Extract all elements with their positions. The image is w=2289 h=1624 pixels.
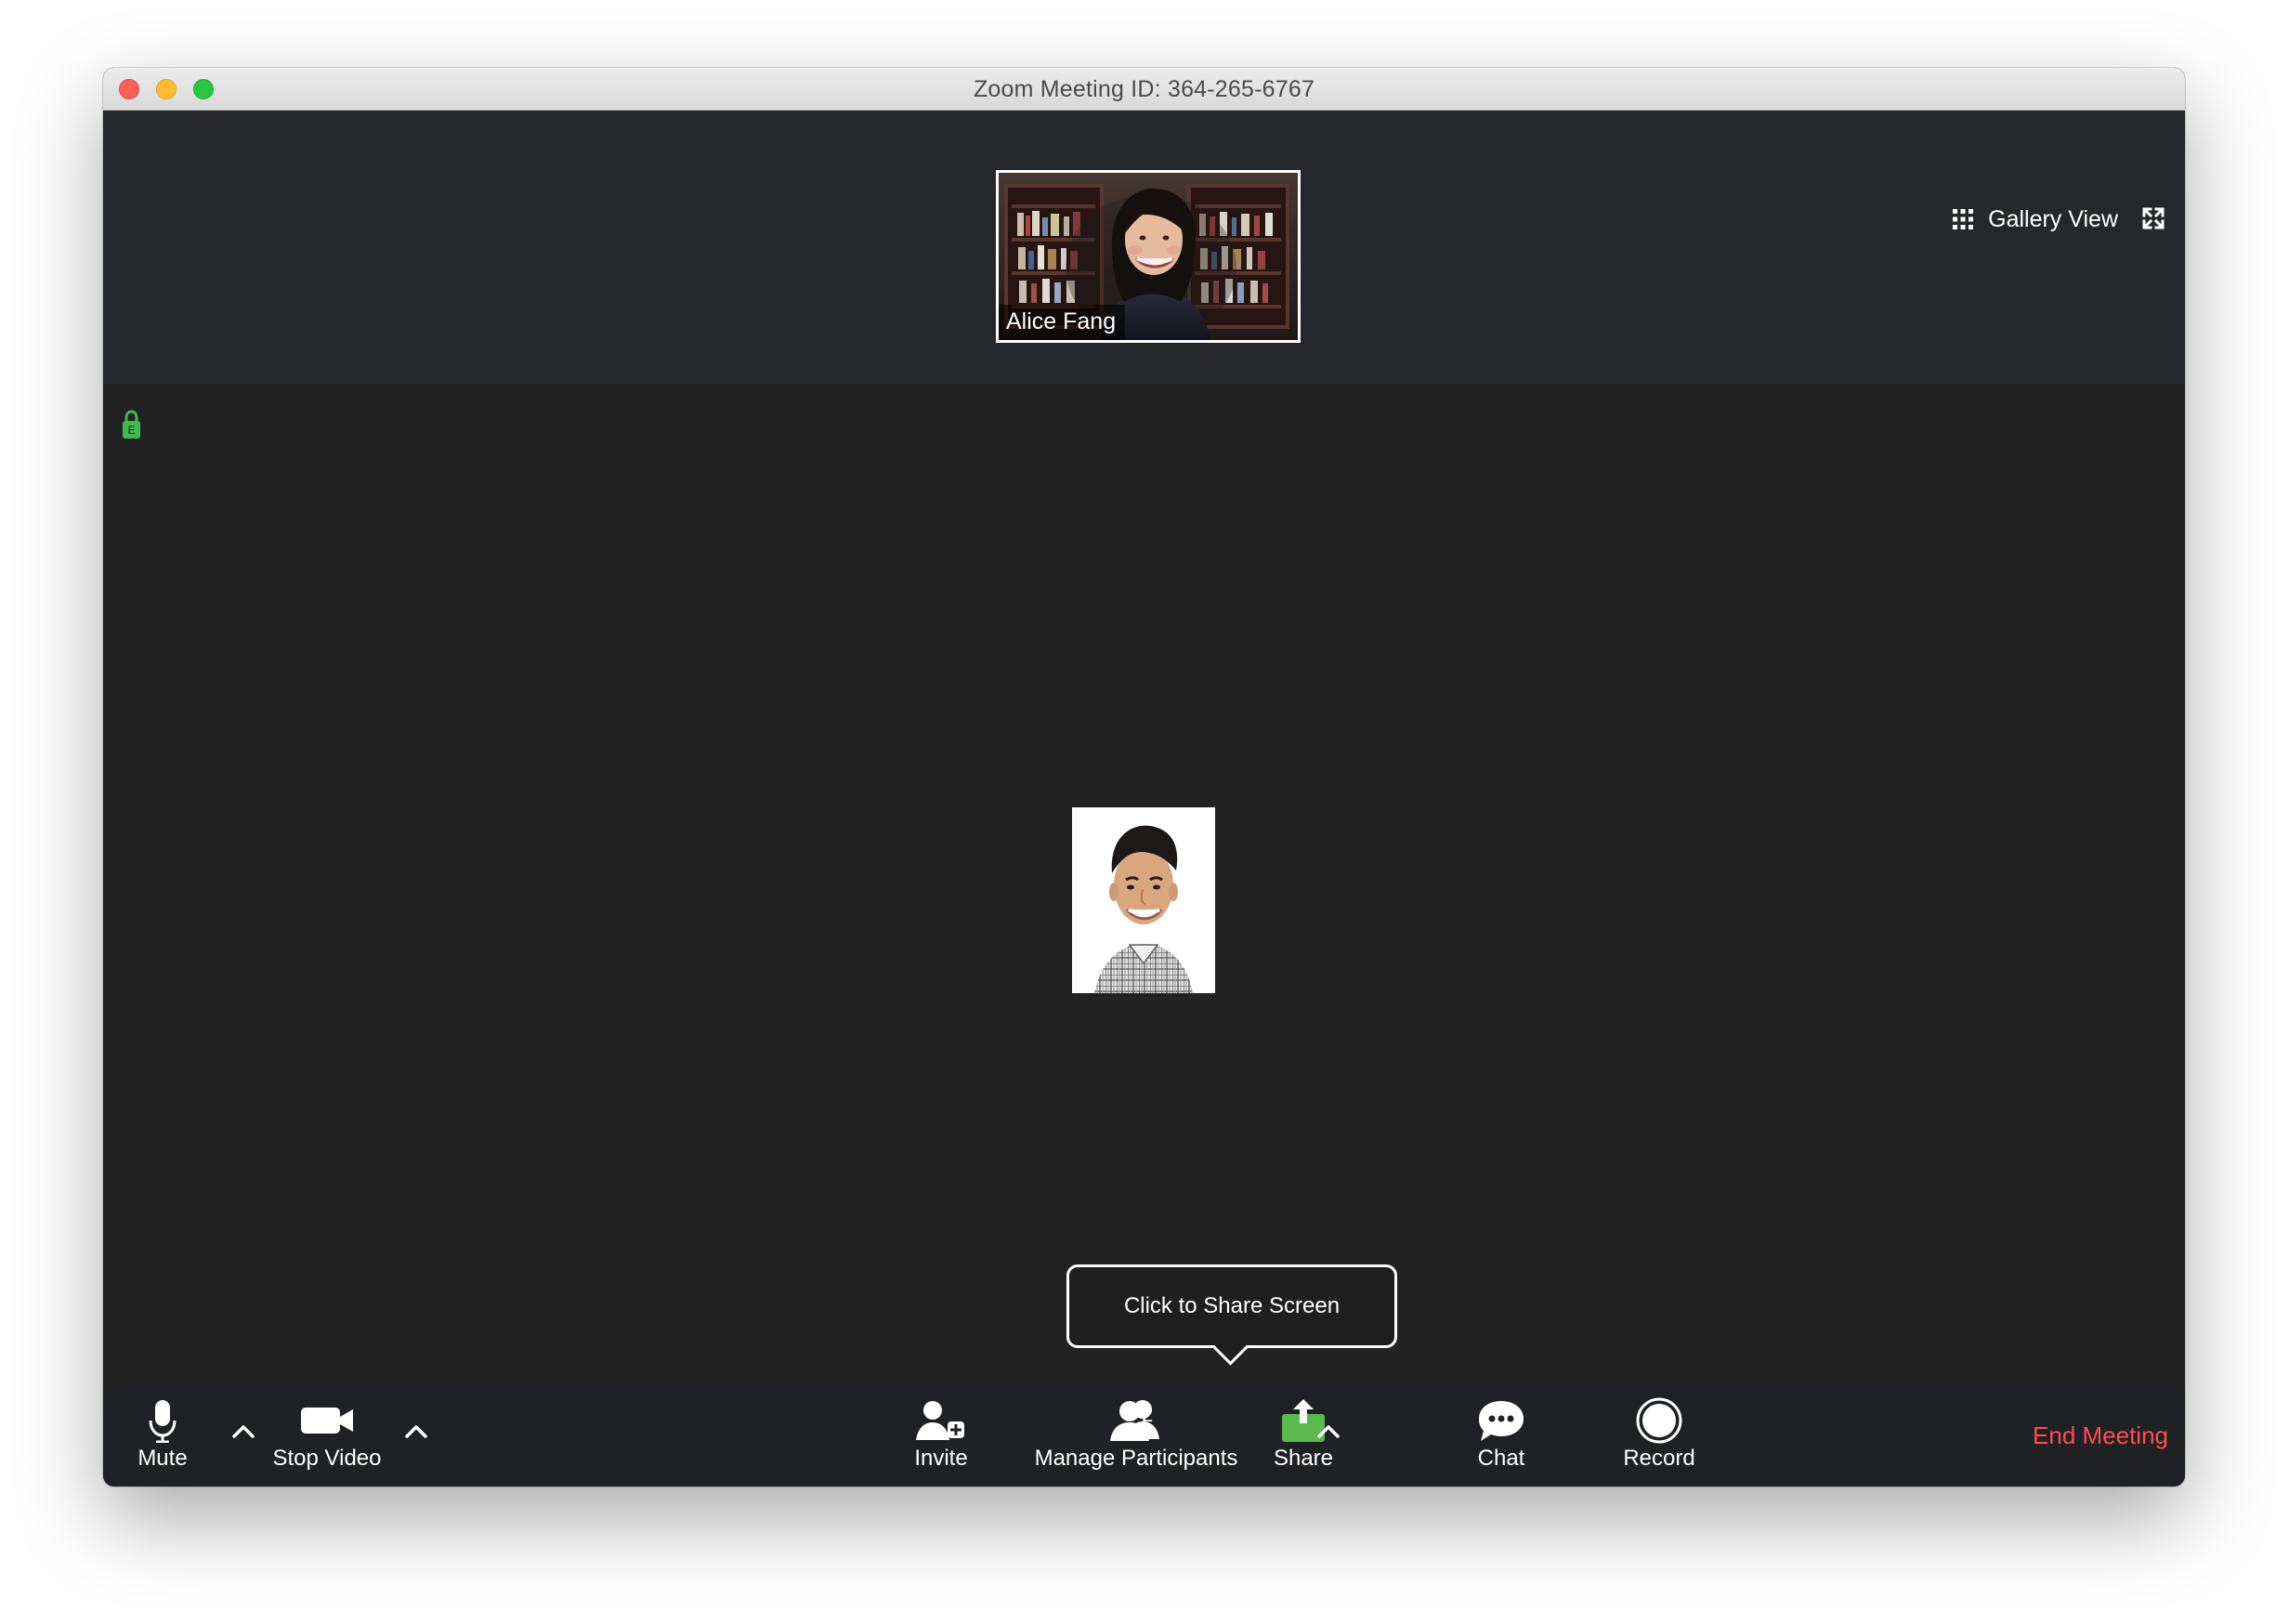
invite-label: Invite [914,1446,968,1471]
end-meeting-button[interactable]: End Meeting [2033,1421,2168,1450]
participants-icon [1110,1400,1159,1441]
share-options-chevron-up-icon[interactable] [1313,1416,1344,1447]
mute-icon-wrap [129,1395,196,1446]
chat-label: Chat [1477,1446,1525,1471]
chat-bubble-icon [1479,1401,1524,1441]
fullscreen-button[interactable] [2141,206,2165,230]
encrypted-lock-icon[interactable]: E [120,410,143,440]
chat-button[interactable]: Chat [1469,1386,1534,1486]
invite-icon-wrap [908,1395,974,1446]
stop-video-icon-wrap [294,1395,360,1446]
participants-icon-wrap [1103,1395,1170,1446]
fullscreen-icon [2142,207,2165,229]
gallery-view-label: Gallery View [1988,205,2118,232]
alice-video-thumbnail[interactable]: Alice Fang [996,170,1301,343]
manage-participants-button[interactable]: Manage Participants 2 [1034,1386,1238,1486]
record-icon [1636,1397,1682,1444]
record-button[interactable]: Record [1617,1386,1701,1486]
gallery-view-button[interactable]: Gallery View [1953,202,2118,237]
meeting-toolbar: Mute Stop Video Invite Manage Participan… [103,1386,2185,1486]
mute-label: Mute [137,1446,188,1471]
window-titlebar[interactable]: Zoom Meeting ID: 364-265-6767 [103,68,2185,111]
manage-participants-label: Manage Participants [1034,1446,1238,1471]
active-speaker-photo [1072,807,1215,993]
record-label: Record [1623,1446,1695,1471]
microphone-icon [149,1400,177,1443]
video-options-chevron-up-icon[interactable] [400,1416,432,1447]
share-screen-tooltip: Click to Share Screen [1066,1264,1397,1348]
audio-options-chevron-up-icon[interactable] [228,1416,259,1447]
share-label: Share [1273,1446,1334,1471]
svg-text:E: E [127,424,135,437]
stop-video-button[interactable]: Stop Video [271,1386,383,1486]
video-thumbnail-strip: Alice Fang Gallery View [103,111,2185,384]
participants-count-badge: 2 [1142,1403,1154,1426]
chat-icon-wrap [1468,1395,1535,1446]
video-camera-icon [301,1408,353,1434]
invite-user-icon [916,1401,964,1440]
stop-video-label: Stop Video [272,1446,382,1471]
speaker-portrait-image [1072,807,1215,993]
zoom-meeting-window: Zoom Meeting ID: 364-265-6767 Alice Fang… [103,68,2185,1486]
thumbnail-name: Alice Fang [999,305,1126,340]
mute-button[interactable]: Mute [128,1386,197,1486]
grid-icon [1953,209,1974,229]
window-title: Zoom Meeting ID: 364-265-6767 [973,76,1315,102]
invite-button[interactable]: Invite [904,1386,978,1486]
record-icon-wrap [1626,1395,1693,1446]
